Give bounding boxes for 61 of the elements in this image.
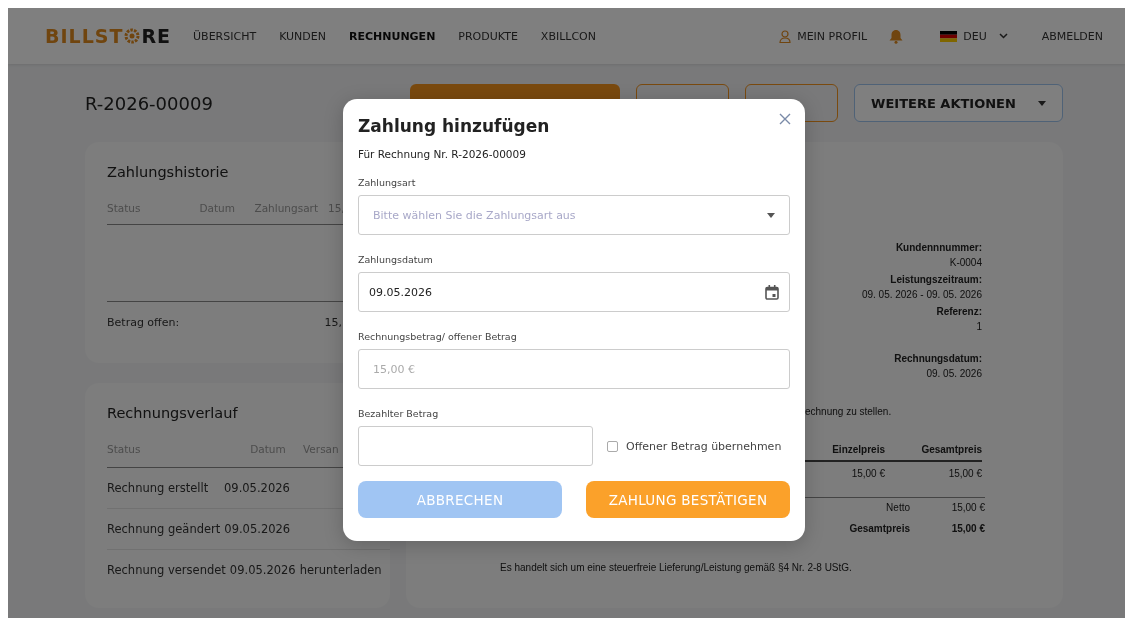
meta-value: K-0004 xyxy=(949,256,982,270)
card-title: Rechnungsverlauf xyxy=(107,405,238,421)
date-field[interactable]: 09.05.2026 xyxy=(358,272,790,312)
table-cell: 09.05.2026 xyxy=(229,563,296,577)
close-button[interactable] xyxy=(779,113,791,125)
caret-icon xyxy=(767,212,775,218)
meta-label: Kundennnummer: xyxy=(895,241,982,255)
field-label: Bezahlter Betrag xyxy=(358,408,440,419)
caret-icon xyxy=(1037,100,1046,106)
card-title: Zahlungshistorie xyxy=(107,164,229,180)
language-select[interactable]: DEU xyxy=(940,29,1008,43)
table-cell-text: 15,00 € xyxy=(947,467,982,481)
meta-value: 1 xyxy=(976,320,982,334)
nav-link[interactable]: XBILLCON xyxy=(540,29,596,43)
intro-text: echnung zu stellen. xyxy=(805,406,893,417)
column-header: Gesamtpreis xyxy=(885,444,982,462)
invoice-number: R-2026-00009 xyxy=(85,92,214,114)
logo-text: BILLST xyxy=(45,25,124,47)
chevron-down-icon xyxy=(998,33,1008,39)
meta-label: Leistungszeitraum: xyxy=(890,273,982,287)
nav-link[interactable]: ÜBERSICHT xyxy=(193,29,257,43)
field-label: Zahlungsdatum xyxy=(358,254,434,265)
total-value: 15,00 € xyxy=(950,502,985,513)
meta-label: Rechnungsdatum: xyxy=(894,352,982,366)
bell-icon[interactable] xyxy=(889,28,904,44)
nav-link[interactable]: RECHNUNGEN xyxy=(349,29,436,43)
meta-value: 09. 05. 2026 - 09. 05. 2026 xyxy=(861,288,982,302)
nav-link[interactable]: PRODUKTE xyxy=(458,29,518,43)
payment-type-select[interactable]: Bitte wählen Sie die Zahlungsart aus xyxy=(358,195,790,235)
table-cell: Rechnung versendet xyxy=(107,563,226,577)
nav-link[interactable]: KUNDEN xyxy=(279,29,326,43)
table-cell-text: 15,00 € xyxy=(850,467,885,481)
table-cell-text: Rechnung erstellt xyxy=(107,481,210,495)
meta-value: 09. 05. 2026 xyxy=(926,367,982,381)
tax-note: Es handelt sich um eine steuerfreie Lieferung/Leistung gemäß §4 Nr. 2-8 UStG. xyxy=(500,562,853,573)
meta-label: Referenz: xyxy=(936,305,982,319)
logo[interactable]: BILLST RE xyxy=(45,25,172,47)
logout-link[interactable]: ABMELDEN xyxy=(1041,29,1103,43)
open-amount-value: 15, xyxy=(324,316,342,329)
table-cell: 09.05.2026 xyxy=(224,481,290,495)
dialog-subtitle: Für Rechnung Nr. R-2026-00009 xyxy=(358,148,527,160)
table-cell: Rechnung geändert xyxy=(107,522,221,536)
open-amount-label: Betrag offen: xyxy=(107,316,180,329)
calendar-icon[interactable] xyxy=(765,284,779,300)
field-label: Zahlungsart xyxy=(358,177,417,188)
take-over-checkbox[interactable]: Offener Betrag übernehmen xyxy=(607,439,782,453)
profile-link[interactable]: MEIN PROFIL xyxy=(779,29,868,43)
field-label: Rechnungsbetrag/ offener Betrag xyxy=(358,331,518,342)
amount-field[interactable]: 15,00 € xyxy=(358,349,790,389)
download-link[interactable]: herunterladen xyxy=(299,563,382,577)
total-label: Netto xyxy=(885,502,910,513)
total-value: 15,00 € xyxy=(950,523,985,534)
flag-icon xyxy=(940,30,958,42)
logo-text: RE xyxy=(141,25,172,47)
paid-amount-field[interactable] xyxy=(358,426,593,466)
gear-icon xyxy=(124,28,141,44)
total-label: Gesamtpreis xyxy=(848,523,910,534)
table-cell: 09.05.2026 xyxy=(224,522,291,536)
more-actions-button[interactable]: WEITERE AKTIONEN xyxy=(854,84,1063,122)
user-icon xyxy=(779,29,792,43)
dialog-title: Zahlung hinzufügen xyxy=(358,116,550,136)
